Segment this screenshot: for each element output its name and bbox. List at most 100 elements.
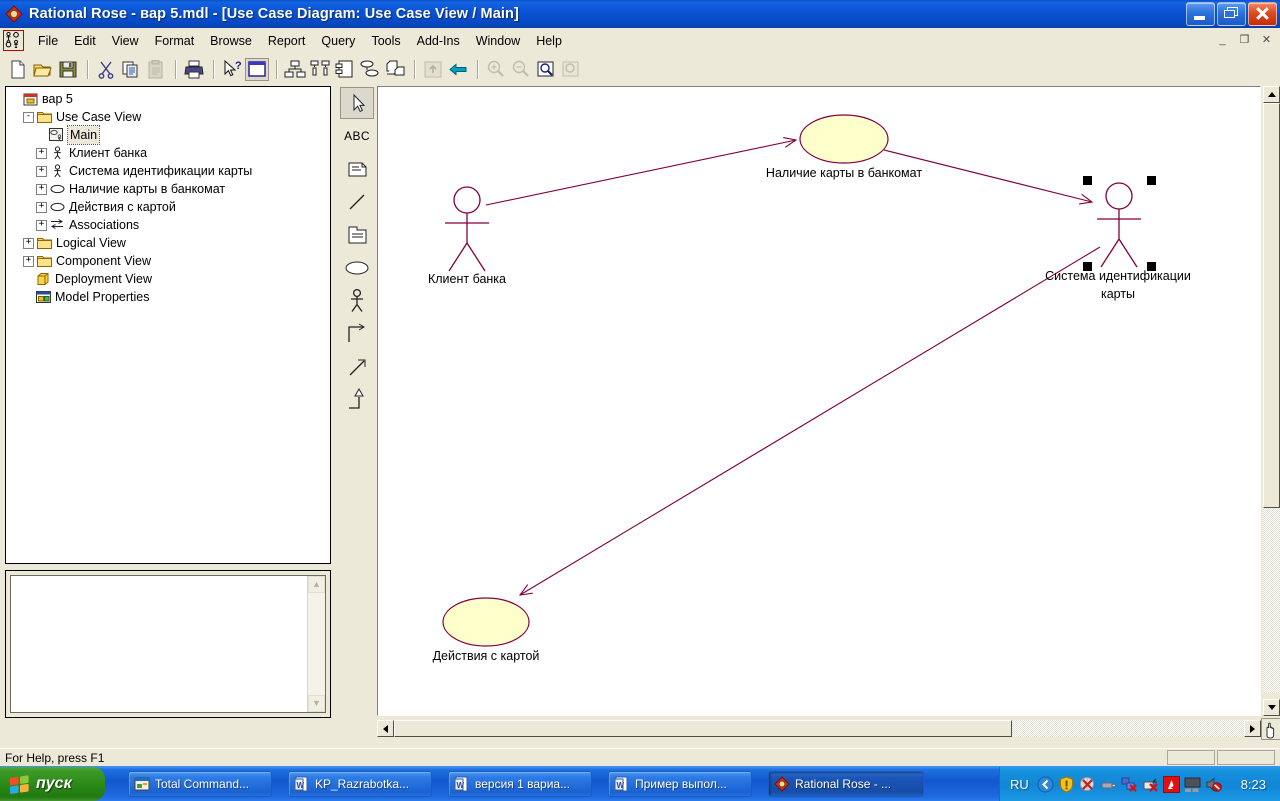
tree-expander-expand[interactable]: +: [23, 255, 34, 267]
tree-expander-expand[interactable]: +: [36, 165, 47, 177]
browse-previous-icon[interactable]: [446, 58, 470, 81]
status-cell-2: [1217, 750, 1275, 765]
start-button[interactable]: пуск: [0, 767, 105, 801]
menu-browse[interactable]: Browse: [202, 31, 260, 51]
network-disconnected-icon[interactable]: [1121, 776, 1138, 793]
browse-state-diagram-icon[interactable]: [358, 58, 382, 81]
menu-format[interactable]: Format: [147, 31, 203, 51]
tree-expander-expand[interactable]: +: [36, 147, 47, 159]
package-tool[interactable]: [340, 219, 374, 251]
browse-deployment-diagram-icon[interactable]: [383, 58, 407, 81]
model-tree[interactable]: вар 5- Use Case View Main + Клиент банка + Сис…: [5, 86, 331, 564]
scroll-right-button[interactable]: [1244, 720, 1261, 737]
menu-help[interactable]: Help: [528, 31, 570, 51]
tree-item-9[interactable]: + Component View: [10, 252, 330, 270]
cut-scissors-icon[interactable]: [94, 58, 118, 81]
diagram-vertical-scrollbar[interactable]: [1263, 86, 1280, 716]
tree-item-1[interactable]: - Use Case View: [10, 108, 330, 126]
browse-component-diagram-icon[interactable]: [333, 58, 357, 81]
security-alert-shield-icon[interactable]: [1058, 775, 1075, 793]
taskbar-button-versiya-1[interactable]: W версия 1 вариа...: [448, 771, 592, 797]
use-case-diagram-canvas[interactable]: Наличие карты в банкомат Клиент банка Си…: [377, 86, 1261, 716]
avira-antivirus-icon[interactable]: [1162, 775, 1180, 793]
tree-expander-expand[interactable]: +: [36, 201, 47, 213]
tree-expander-collapse[interactable]: -: [23, 111, 34, 123]
dependency-tool[interactable]: [340, 351, 374, 383]
fit-in-window-icon[interactable]: [534, 58, 558, 81]
tree-item-5[interactable]: + Наличие карты в банкомат: [10, 180, 330, 198]
tree-item-7[interactable]: + Associations: [10, 216, 330, 234]
menu-query[interactable]: Query: [313, 31, 363, 51]
tree-expander-expand[interactable]: +: [23, 237, 34, 249]
use-case-tool[interactable]: [340, 252, 374, 284]
actor-tool[interactable]: [340, 285, 374, 317]
browse-diagram-icon[interactable]: [245, 57, 269, 81]
taskbar-button-rational-rose[interactable]: Rational Rose - ...: [768, 771, 924, 797]
print-icon[interactable]: [182, 58, 206, 81]
horizontal-scroll-thumb[interactable]: [394, 720, 1012, 737]
save-icon[interactable]: [56, 58, 80, 81]
tree-expander-expand[interactable]: +: [36, 183, 47, 195]
menu-file[interactable]: File: [30, 31, 66, 51]
scroll-down-button[interactable]: [1263, 699, 1280, 716]
scroll-left-button[interactable]: [377, 720, 394, 737]
display-monitor-icon[interactable]: [1184, 776, 1201, 793]
tree-item-8[interactable]: + Logical View: [10, 234, 330, 252]
tree-item-10[interactable]: Deployment View: [10, 270, 330, 288]
disconnected-globe-icon[interactable]: [1079, 776, 1096, 793]
close-button[interactable]: [1248, 2, 1277, 26]
doc-scroll-down-button[interactable]: ▼: [308, 695, 325, 712]
context-help-icon[interactable]: ?: [220, 58, 244, 81]
taskbar-button-kp-razrabotka[interactable]: W KP_Razrabotka...: [288, 771, 432, 797]
pan-hand-cursor-icon[interactable]: [1261, 718, 1280, 740]
tree-item-2[interactable]: Main: [10, 125, 330, 145]
open-folder-icon[interactable]: [31, 58, 55, 81]
generalization-tool[interactable]: [340, 384, 374, 416]
browse-parent-icon: [421, 58, 445, 81]
browse-class-diagram-icon[interactable]: [283, 58, 307, 81]
language-indicator[interactable]: RU: [1010, 777, 1029, 792]
documentation-scrollbar[interactable]: ▲ ▼: [307, 576, 325, 712]
mdi-close-button[interactable]: ✕: [1257, 31, 1276, 49]
tree-expander-expand[interactable]: +: [36, 219, 47, 231]
volume-muted-icon[interactable]: [1205, 776, 1222, 793]
status-hint: For Help, press F1: [5, 751, 105, 765]
system-menu-icon[interactable]: [3, 30, 24, 51]
maximize-restore-button[interactable]: [1217, 2, 1246, 26]
show-hidden-icons-arrow[interactable]: [1037, 776, 1054, 793]
taskbar-button-total-commander[interactable]: Total Command...: [128, 771, 272, 797]
usb-drive-icon[interactable]: [1100, 776, 1117, 793]
mdi-restore-button[interactable]: ❐: [1235, 31, 1254, 49]
taskbar-clock[interactable]: 8:23: [1241, 777, 1266, 792]
tree-item-0[interactable]: вар 5: [10, 90, 330, 108]
menu-tools[interactable]: Tools: [363, 31, 408, 51]
vertical-scroll-thumb[interactable]: [1263, 103, 1280, 508]
tree-item-6[interactable]: + Действия с картой: [10, 198, 330, 216]
documentation-textarea[interactable]: ▲ ▼: [10, 575, 326, 713]
unidirectional-association-tool[interactable]: [340, 318, 374, 350]
mdi-child-controls: _ ❐ ✕: [1213, 31, 1276, 49]
note-tool[interactable]: [340, 153, 374, 185]
note-anchor-tool[interactable]: [340, 186, 374, 218]
doc-scroll-up-button[interactable]: ▲: [308, 576, 325, 593]
taskbar-button-primer-vypol[interactable]: W Пример выпол...: [608, 771, 752, 797]
diagram-horizontal-scrollbar[interactable]: [377, 720, 1261, 737]
tree-item-3[interactable]: + Клиент банка: [10, 144, 330, 162]
tree-item-11[interactable]: Model Properties: [10, 288, 330, 306]
menu-add-ins[interactable]: Add-Ins: [409, 31, 468, 51]
new-icon[interactable]: [6, 58, 30, 81]
scroll-up-button[interactable]: [1263, 86, 1280, 103]
menu-window[interactable]: Window: [468, 31, 528, 51]
menu-report[interactable]: Report: [260, 31, 314, 51]
wireless-disconnected-icon[interactable]: [1142, 776, 1159, 793]
menu-edit[interactable]: Edit: [66, 31, 104, 51]
tree-item-4[interactable]: + Система идентификации карты: [10, 162, 330, 180]
menu-view[interactable]: View: [104, 31, 147, 51]
copy-icon[interactable]: [119, 58, 143, 81]
minimize-button[interactable]: [1186, 2, 1215, 26]
browse-interaction-diagram-icon[interactable]: [308, 58, 332, 81]
documentation-pane: ▲ ▼: [5, 570, 331, 718]
text-tool[interactable]: ABC: [340, 120, 374, 152]
selector-tool[interactable]: [340, 87, 374, 119]
mdi-minimize-button[interactable]: _: [1213, 31, 1232, 49]
